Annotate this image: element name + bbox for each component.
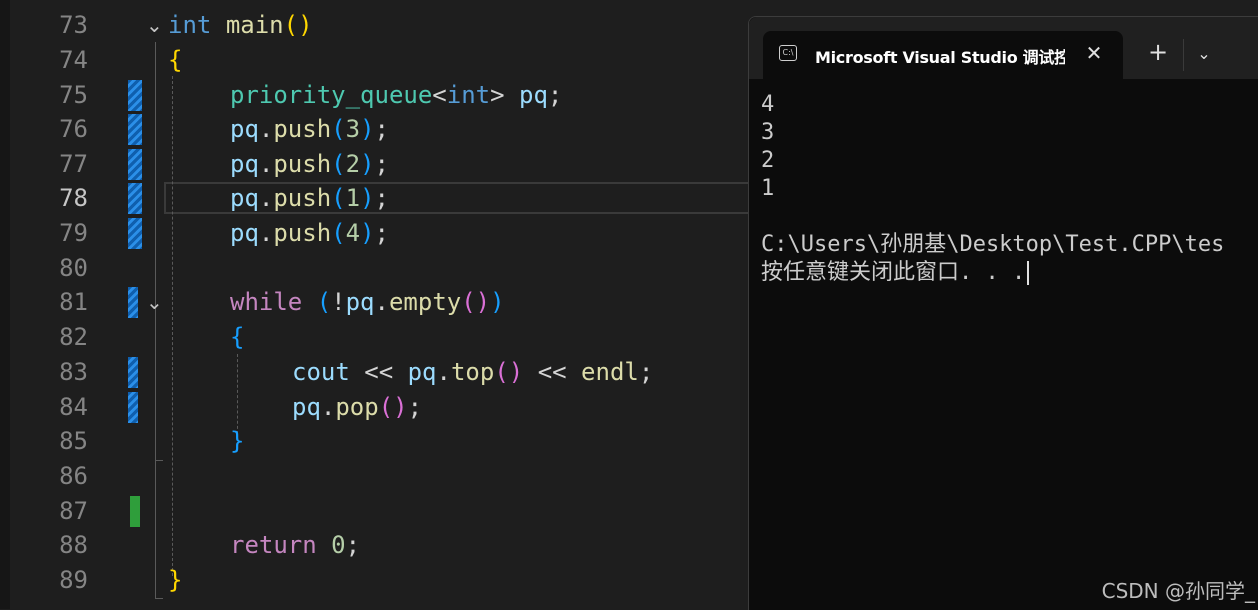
code-text: while (!pq.empty()) (230, 288, 505, 316)
chevron-down-icon[interactable]: ⌄ (146, 288, 163, 316)
chevron-down-icon[interactable]: ⌄ (146, 11, 163, 39)
fold-end-tick (155, 598, 163, 599)
code-text: pq.pop(); (292, 393, 423, 421)
line-number: 80 (59, 254, 88, 282)
line-number: 81 (59, 288, 88, 316)
line-number: 85 (59, 427, 88, 455)
line-number: 83 (59, 358, 88, 386)
new-tab-button[interactable]: + (1141, 37, 1175, 71)
code-text: pq.push(3); (230, 115, 389, 143)
line-number: 88 (59, 531, 88, 559)
console-output-line: 2 (761, 148, 775, 173)
tab-title: Microsoft Visual Studio 调试控 (815, 48, 1065, 67)
change-marker (128, 287, 138, 318)
console-output-line: 1 (761, 176, 775, 201)
line-number: 87 (59, 497, 88, 525)
change-marker (128, 392, 138, 423)
terminal-tab[interactable]: C:\ Microsoft Visual Studio 调试控 ✕ (763, 31, 1123, 79)
console-output-line: 4 (761, 92, 775, 117)
console-icon: C:\ (779, 45, 797, 61)
code-text: pq.push(4); (230, 219, 389, 247)
line-number: 84 (59, 393, 88, 421)
code-text: cout << pq.top() << endl; (292, 358, 654, 386)
debug-console-window[interactable]: C:\ Microsoft Visual Studio 调试控 ✕ + ⌄ 4 … (748, 16, 1258, 610)
close-icon[interactable]: ✕ (1081, 39, 1107, 67)
code-text: pq.push(2); (230, 150, 389, 178)
terminal-tab-bar: C:\ Microsoft Visual Studio 调试控 ✕ + ⌄ (749, 17, 1258, 79)
line-number: 77 (59, 150, 88, 178)
code-text: { (230, 323, 245, 351)
watermark: CSDN @孙同学_ (1101, 579, 1255, 603)
change-marker (128, 149, 142, 180)
line-number: 76 (59, 115, 88, 143)
change-marker (128, 114, 142, 145)
toolbar-divider (1183, 39, 1184, 71)
line-number: 79 (59, 219, 88, 247)
line-number: 74 (59, 46, 88, 74)
code-text: return 0; (230, 531, 361, 559)
added-line-marker (130, 496, 140, 527)
line-number: 89 (59, 566, 88, 594)
line-number: 78 (59, 184, 88, 212)
chevron-down-icon[interactable]: ⌄ (1191, 39, 1217, 69)
code-text: } (230, 427, 245, 455)
console-prompt-text: 按任意键关闭此窗口. . . (761, 260, 1026, 285)
code-text: } (168, 566, 183, 594)
line-number: 86 (59, 462, 88, 490)
line-number: 82 (59, 323, 88, 351)
text-cursor (1027, 261, 1030, 285)
change-marker (128, 80, 142, 111)
code-text: pq.push(1); (230, 184, 389, 212)
code-text: priority_queue<int> pq; (230, 81, 563, 109)
change-marker (128, 357, 138, 388)
console-output-line: 3 (761, 120, 775, 145)
line-number: 75 (59, 81, 88, 109)
code-text: { (168, 46, 183, 74)
code-text: int main() (168, 11, 313, 39)
console-output-line: C:\Users\孙朋基\Desktop\Test.CPP\tes (761, 232, 1225, 257)
change-marker (128, 183, 142, 214)
change-marker (128, 218, 142, 249)
console-output-line: 按任意键关闭此窗口. . . (761, 259, 1030, 287)
line-number: 73 (59, 11, 88, 39)
